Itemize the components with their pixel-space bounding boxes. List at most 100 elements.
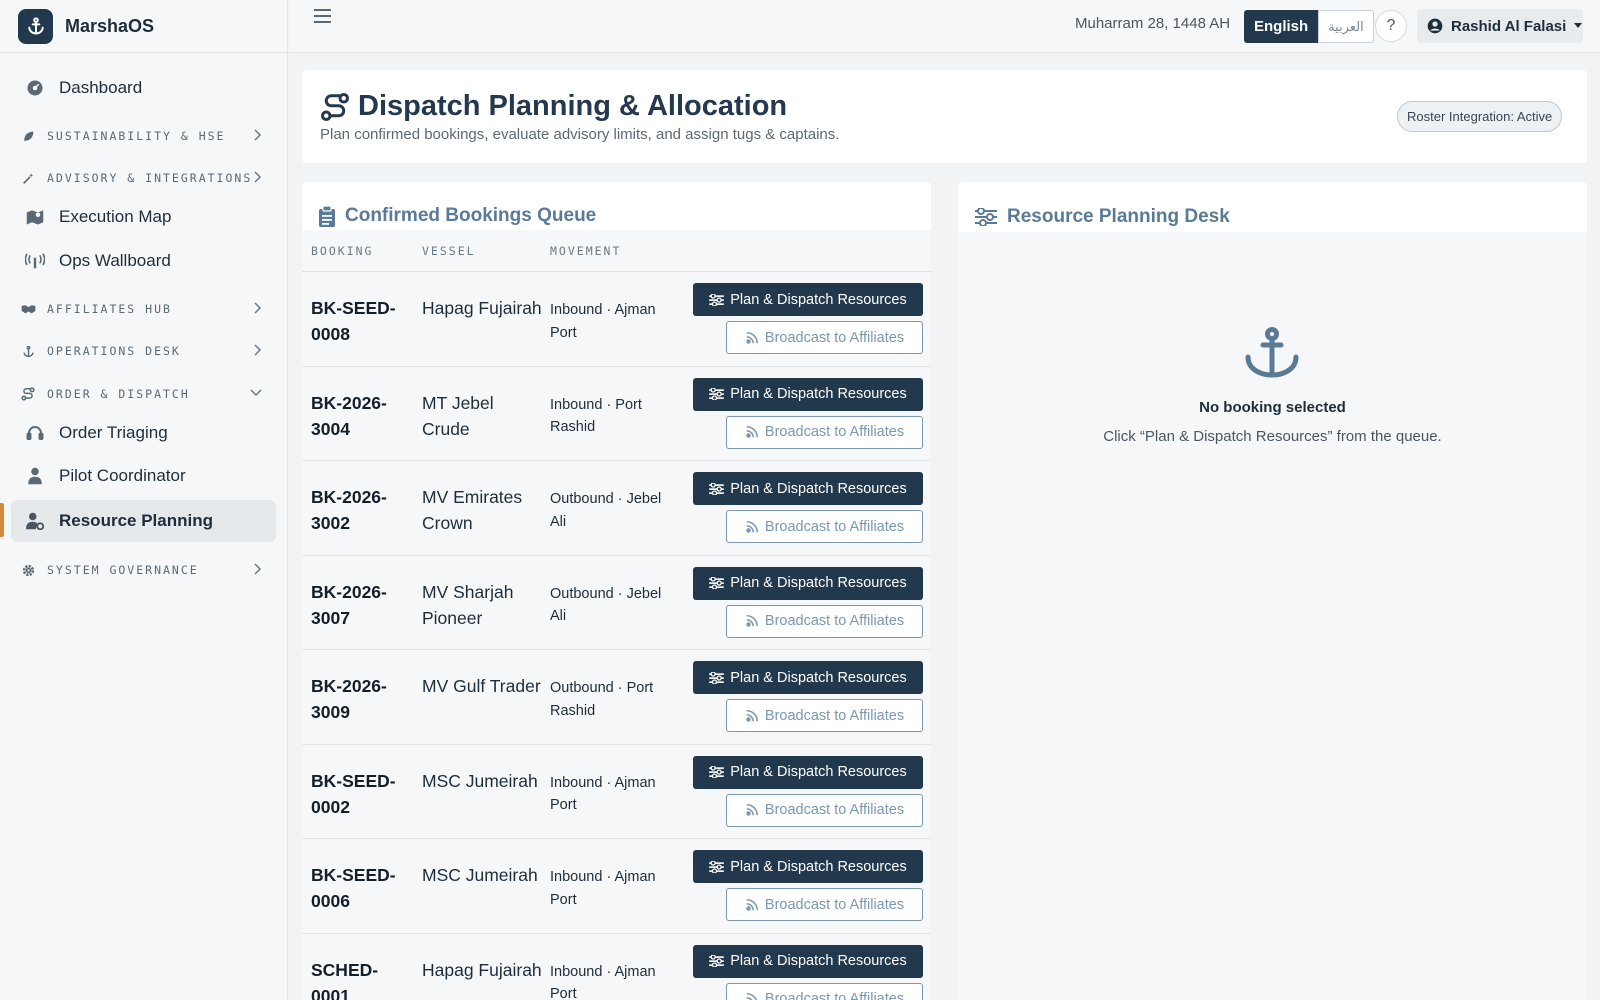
page-subtitle: Plan confirmed bookings, evaluate adviso… — [320, 126, 840, 143]
sliders-icon — [709, 577, 725, 589]
sliders-icon — [709, 388, 725, 400]
broadcast-label: Broadcast to Affiliates — [764, 613, 905, 629]
broadcast-affiliates-button[interactable]: Broadcast to Affiliates — [726, 982, 923, 1000]
plan-dispatch-button[interactable]: Plan & Dispatch Resources — [693, 566, 923, 600]
table-row: BK-SEED-0006 MSC Jumeirah Inbound · Ajman … — [302, 839, 931, 934]
sidebar-item-ops-wallboard[interactable]: Ops Wallboard — [11, 240, 276, 282]
brand[interactable]: MarshaOS — [0, 0, 287, 53]
plan-dispatch-button[interactable]: Plan & Dispatch Resources — [693, 850, 923, 883]
column-header-booking: BOOKING — [311, 243, 374, 258]
sliders-icon — [709, 766, 725, 778]
broadcast-label: Broadcast to Affiliates — [764, 707, 905, 724]
plan-dispatch-label: Plan & Dispatch Resources — [730, 291, 907, 308]
plan-dispatch-label: Plan & Dispatch Resources — [730, 480, 907, 497]
active-indicator — [0, 503, 4, 537]
empty-state-subtitle: Click “Plan & Dispatch Resources” from t… — [1103, 428, 1442, 445]
broadcast-affiliates-button[interactable]: Broadcast to Affiliates — [726, 510, 923, 543]
broadcast-icon — [745, 709, 759, 723]
section-label: ADVISORY & INTEGRATIONS — [47, 171, 253, 185]
broadcast-affiliates-button[interactable]: Broadcast to Affiliates — [726, 321, 923, 354]
map-icon — [25, 207, 45, 227]
plan-dispatch-button[interactable]: Plan & Dispatch Resources — [693, 755, 923, 789]
user-menu[interactable]: Rashid Al Falasi — [1417, 9, 1583, 43]
lang-arabic-button[interactable]: العربية — [1318, 10, 1374, 43]
broadcast-icon — [745, 992, 759, 1000]
section-label: ORDER & DISPATCH — [47, 387, 190, 401]
sidebar-section-governance[interactable]: SYSTEM GOVERNANCE — [20, 559, 272, 581]
broadcast-label: Broadcast to Affiliates — [764, 329, 905, 346]
hijri-date: Muharram 28, 1448 AH — [1057, 15, 1230, 32]
movement: Outbound · Port Rashid — [550, 680, 654, 719]
sidebar-section-sustainability[interactable]: SUSTAINABILITY & HSE — [20, 125, 272, 147]
sidebar-item-dashboard[interactable]: Dashboard — [11, 67, 276, 109]
topbar: Muharram 28, 1448 AH English العربية ? R… — [289, 0, 1600, 53]
help-button[interactable]: ? — [1375, 10, 1407, 42]
bookings-queue-card: Confirmed Bookings Queue BOOKING VESSEL … — [302, 182, 931, 1000]
chevron-down-icon — [250, 389, 262, 397]
broadcast-affiliates-button[interactable]: Broadcast to Affiliates — [726, 699, 923, 732]
broadcast-icon — [745, 331, 759, 345]
broadcast-affiliates-button[interactable]: Broadcast to Affiliates — [726, 888, 923, 921]
broadcast-label: Broadcast to Affiliates — [764, 991, 905, 1000]
sliders-icon — [709, 482, 725, 495]
broadcast-tower-icon — [25, 251, 45, 271]
broadcast-affiliates-button[interactable]: Broadcast to Affiliates — [726, 604, 923, 638]
vessel-name: Hapag Fujairah — [422, 959, 542, 980]
sidebar-item-label: Dashboard — [59, 78, 143, 97]
sidebar-item-pilot-coordinator[interactable]: Pilot Coordinator — [11, 455, 276, 497]
movement: Inbound · Ajman Port — [550, 774, 656, 814]
broadcast-icon — [745, 425, 759, 439]
broadcast-affiliates-button[interactable]: Broadcast to Affiliates — [726, 415, 923, 449]
sliders-icon — [709, 671, 725, 684]
hamburger-menu-icon[interactable] — [313, 7, 333, 25]
movement: Inbound · Ajman Port — [550, 869, 656, 908]
broadcast-label: Broadcast to Affiliates — [764, 802, 905, 818]
sidebar-item-resource-planning[interactable]: Resource Planning — [11, 500, 276, 542]
resource-title-text: Resource Planning Desk — [1007, 206, 1230, 227]
leaf-icon — [20, 128, 36, 144]
movement: Inbound · Port Rashid — [550, 396, 642, 436]
sidebar-section-advisory[interactable]: ADVISORY & INTEGRATIONS — [20, 167, 272, 189]
section-label: AFFILIATES HUB — [47, 302, 172, 316]
chevron-right-icon — [254, 344, 262, 356]
booking-id: BK-SEED-0008 — [311, 298, 396, 344]
plan-dispatch-label: Plan & Dispatch Resources — [730, 764, 907, 780]
bookings-table-body: BK-SEED-0008 Hapag Fujairah Inbound · Ajma… — [302, 272, 931, 1000]
queue-title-text: Confirmed Bookings Queue — [345, 205, 597, 226]
lang-english-button[interactable]: English — [1244, 10, 1319, 43]
sidebar-item-order-triaging[interactable]: Order Triaging — [11, 412, 276, 454]
page-title: Dispatch Planning & Allocation — [358, 90, 788, 122]
sidebar-section-order-dispatch[interactable]: ORDER & DISPATCH — [20, 383, 272, 405]
plan-dispatch-button[interactable]: Plan & Dispatch Resources — [693, 472, 923, 505]
user-tie-icon — [25, 466, 45, 486]
section-label: SYSTEM GOVERNANCE — [47, 563, 199, 577]
section-label: OPERATIONS DESK — [47, 344, 181, 358]
sidebar-section-affiliates[interactable]: AFFILIATES HUB — [20, 298, 272, 320]
section-label: SUSTAINABILITY & HSE — [47, 129, 226, 143]
booking-id: BK-2026-3004 — [311, 392, 387, 439]
plan-dispatch-label: Plan & Dispatch Resources — [730, 669, 907, 686]
plan-dispatch-button[interactable]: Plan & Dispatch Resources — [693, 661, 923, 694]
plan-dispatch-button[interactable]: Plan & Dispatch Resources — [693, 283, 923, 316]
anchor-logo-icon — [18, 8, 53, 44]
sidebar-item-execution-map[interactable]: Execution Map — [11, 196, 276, 238]
booking-id: BK-2026-3009 — [311, 676, 387, 722]
caret-down-icon — [1574, 23, 1583, 28]
handshake-icon — [20, 301, 36, 317]
plan-dispatch-label: Plan & Dispatch Resources — [730, 386, 907, 402]
plan-dispatch-button[interactable]: Plan & Dispatch Resources — [693, 377, 923, 411]
plan-dispatch-button[interactable]: Plan & Dispatch Resources — [693, 944, 923, 978]
movement: Outbound · Jebel Ali — [550, 491, 662, 530]
resource-planning-card: Resource Planning Desk No booking select… — [958, 182, 1587, 1000]
broadcast-label: Broadcast to Affiliates — [764, 896, 905, 913]
booking-id: BK-2026-3002 — [311, 487, 387, 533]
route-icon — [321, 93, 349, 121]
table-header: BOOKING VESSEL MOVEMENT — [302, 230, 931, 272]
table-row: BK-SEED-0002 MSC Jumeirah Inbound · Ajman … — [302, 744, 931, 839]
gear-icon — [20, 562, 36, 578]
page-header: Dispatch Planning & Allocation Plan conf… — [302, 70, 1587, 163]
broadcast-affiliates-button[interactable]: Broadcast to Affiliates — [726, 793, 923, 827]
user-gear-icon — [25, 511, 45, 531]
sidebar-section-operations[interactable]: OPERATIONS DESK — [20, 340, 272, 362]
sliders-icon — [709, 860, 725, 873]
